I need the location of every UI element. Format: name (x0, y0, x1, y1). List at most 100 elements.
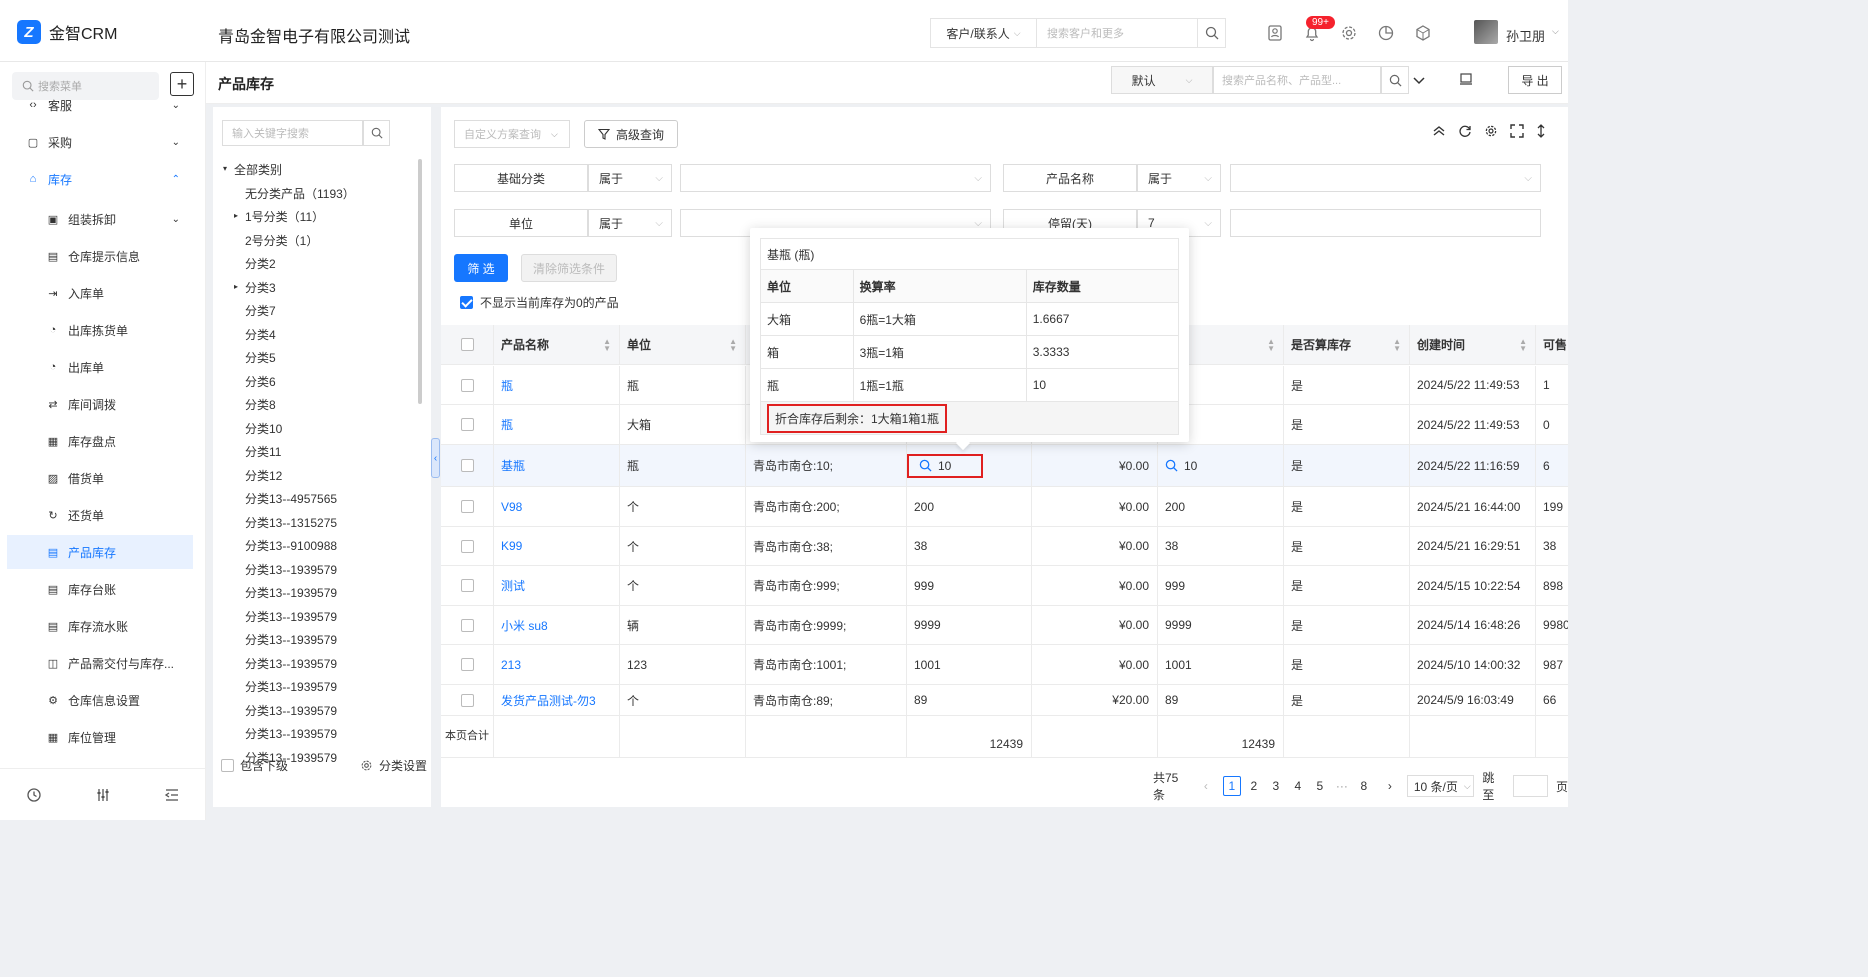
sidebar-item[interactable]: ▦ 库位管理 (0, 720, 206, 754)
cell-q2[interactable]: 200 (1158, 487, 1284, 526)
tree-node[interactable]: 分类13--9100988 (245, 537, 337, 557)
cell-q1[interactable]: 89 (907, 685, 1032, 715)
row-checkbox[interactable] (460, 579, 474, 592)
tree-node[interactable]: 分类13--1939579 (245, 702, 337, 722)
sidebar-item[interactable]: ↻ 还货单 (0, 498, 206, 532)
product-link[interactable]: 测试 (501, 577, 525, 594)
search-icon[interactable] (1165, 459, 1178, 472)
page-ellipsis[interactable]: ··· (1333, 776, 1351, 796)
cell-q1[interactable]: 200 (907, 487, 1032, 526)
row-select-cell[interactable] (441, 606, 494, 644)
chevron-down-icon[interactable]: ⌄ (172, 214, 180, 225)
avatar[interactable] (1474, 20, 1498, 44)
cell-q1[interactable]: 10 (907, 445, 1032, 486)
sidebar-item[interactable]: ▣ 组装拆卸 ⌄ (0, 202, 206, 236)
product-link[interactable]: 小米 su8 (501, 617, 548, 634)
product-link[interactable]: 瓶 (501, 416, 513, 433)
product-link[interactable]: 213 (501, 658, 521, 672)
tree-node[interactable]: 分类13--1939579 (245, 678, 337, 698)
cube-icon[interactable] (1414, 24, 1432, 42)
sort-icon[interactable]: ▲ ▼ (603, 337, 611, 352)
tree-node[interactable]: 2号分类（1） (245, 232, 318, 252)
tree-node[interactable]: ▾ 全部类别 (223, 161, 282, 181)
cell-q2[interactable]: 999 (1158, 566, 1284, 605)
page-number[interactable]: 2 (1245, 776, 1263, 796)
page-number[interactable]: 3 (1267, 776, 1285, 796)
sidebar-item[interactable]: ▨ 借货单 (0, 461, 206, 495)
sidebar-item[interactable]: ◫ 产品需交付与库存... (0, 646, 206, 680)
product-link[interactable]: V98 (501, 500, 522, 514)
gear-icon[interactable] (1340, 24, 1358, 42)
sidebar-item[interactable]: ▦ 库存盘点 (0, 424, 206, 458)
cell-q1[interactable]: 9999 (907, 606, 1032, 644)
tree-node[interactable]: 分类5 (245, 349, 276, 369)
table-row[interactable]: 213 123 青岛市南仓:1001; 1001 ¥0.00 1001 是 2024/5/10… (441, 645, 1568, 685)
table-row[interactable]: 测试 个 青岛市南仓:999; 999 ¥0.00 999 是 2024/5/15 10:22… (441, 566, 1568, 606)
search-icon[interactable] (919, 459, 932, 472)
page-number[interactable]: 8 (1355, 776, 1373, 796)
advanced-query-button[interactable]: 高级查询 (584, 120, 678, 148)
caret-right-icon[interactable]: ▸ (234, 211, 238, 220)
sort-icon[interactable]: ▲ ▼ (1519, 337, 1527, 352)
sidebar-item[interactable]: ◔ 出库单 (0, 350, 206, 384)
filter-field-basic-category[interactable]: 基础分类 (454, 164, 588, 192)
cell-name[interactable]: 基瓶 (494, 445, 620, 486)
tree-node[interactable]: 分类13--1939579 (245, 608, 337, 628)
cell-q1[interactable]: 38 (907, 527, 1032, 565)
row-select-cell[interactable] (441, 366, 494, 404)
chevron-down-icon[interactable] (1412, 73, 1426, 87)
row-checkbox[interactable] (460, 418, 474, 431)
sliders-icon[interactable] (95, 787, 111, 803)
table-row[interactable]: V98 个 青岛市南仓:200; 200 ¥0.00 200 是 2024/5/21 16:4… (441, 487, 1568, 527)
print-icon[interactable] (1459, 72, 1473, 86)
filter-value-input[interactable] (1230, 209, 1541, 237)
prev-page-icon[interactable]: ‹ (1197, 776, 1215, 796)
gear-icon[interactable] (1484, 124, 1498, 138)
col-sellable[interactable]: 可售 (1536, 325, 1568, 364)
col-product-name[interactable]: 产品名称 ▲ ▼ (494, 325, 620, 364)
tree-node[interactable]: 分类13--1939579 (245, 655, 337, 675)
tree-node[interactable]: 分类13--1315275 (245, 514, 337, 534)
row-checkbox[interactable] (460, 459, 474, 472)
chevron-down-icon[interactable]: ⌄ (172, 100, 180, 111)
row-checkbox[interactable] (460, 618, 474, 632)
tree-scrollbar[interactable] (418, 159, 422, 404)
table-row[interactable]: 基瓶 瓶 青岛市南仓:10; 10 ¥0.00 10 是 2024/5/22 11:16:59… (441, 445, 1568, 487)
sort-icon[interactable]: ▲ ▼ (1393, 337, 1401, 352)
cell-name[interactable]: V98 (494, 487, 620, 526)
tree-node[interactable]: 分类7 (245, 302, 276, 322)
sidebar-item[interactable]: ▤ 仓库提示信息 (0, 239, 206, 273)
search-icon[interactable] (363, 120, 390, 146)
tree-node[interactable]: 分类12 (245, 467, 282, 487)
cell-q2[interactable]: 9999 (1158, 606, 1284, 644)
page-size-select[interactable]: 10 条/页 ⌵ (1406, 775, 1475, 797)
tree-search-input[interactable]: 输入关键字搜索 (222, 120, 363, 146)
row-checkbox[interactable] (460, 500, 474, 513)
column-height-icon[interactable] (1536, 124, 1546, 138)
cell-name[interactable]: 测试 (494, 566, 620, 605)
next-page-icon[interactable]: › (1381, 776, 1399, 796)
sort-icon[interactable]: ▲ ▼ (1267, 337, 1275, 352)
cell-name[interactable]: K99 (494, 527, 620, 565)
page-number[interactable]: 4 (1289, 776, 1307, 796)
sidebar-item[interactable]: ▤ 库存台账 (0, 572, 206, 606)
tree-node[interactable]: 分类13--1939579 (245, 584, 337, 604)
product-link[interactable]: 基瓶 (501, 457, 525, 474)
jump-page-input[interactable] (1513, 775, 1548, 797)
cell-q2[interactable]: 38 (1158, 527, 1284, 565)
cell-name[interactable]: 瓶 (494, 405, 620, 444)
export-button[interactable]: 导 出 (1508, 66, 1562, 94)
row-checkbox[interactable] (460, 378, 474, 392)
tree-node[interactable]: 分类8 (245, 396, 276, 416)
sort-icon[interactable]: ▲ ▼ (729, 337, 737, 352)
search-type-select[interactable]: 客户/联系人 ⌵ (931, 19, 1037, 47)
col-unit[interactable]: 单位 ▲ ▼ (620, 325, 746, 364)
row-select-cell[interactable] (441, 527, 494, 565)
sidebar-item[interactable]: ⇄ 库间调拨 (0, 387, 206, 421)
refresh-icon[interactable] (1458, 124, 1472, 138)
tree-node[interactable]: 分类13--4957565 (245, 490, 337, 510)
contacts-icon[interactable] (1266, 24, 1284, 42)
checkbox[interactable] (460, 296, 473, 309)
scheme-select[interactable]: 自定义方案查询 ⌵ (454, 120, 570, 148)
table-row[interactable]: K99 个 青岛市南仓:38; 38 ¥0.00 38 是 2024/5/21 16:29:5… (441, 527, 1568, 566)
